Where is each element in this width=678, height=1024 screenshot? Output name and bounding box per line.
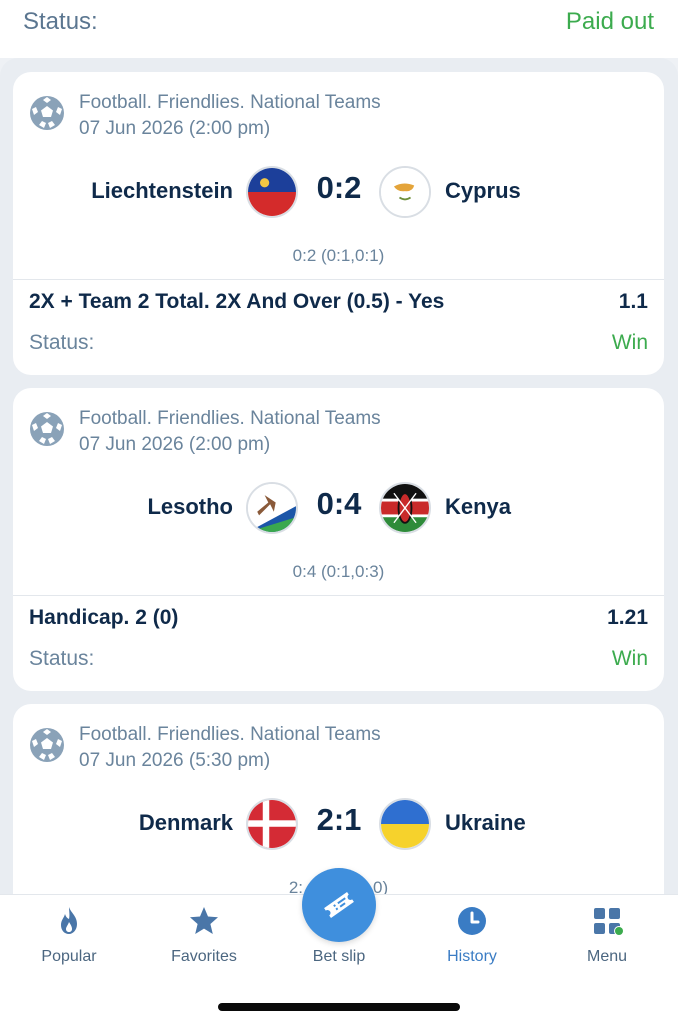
bet-odds: 1.1 xyxy=(618,290,648,313)
bet-card[interactable]: Football. Friendlies. National Teams 07 … xyxy=(13,388,664,691)
bet-status-value: Win xyxy=(611,331,648,354)
paid-status-bar: Status: Paid out xyxy=(0,0,678,58)
home-indicator[interactable] xyxy=(218,1003,460,1011)
status-value: Paid out xyxy=(565,8,654,35)
bets-list[interactable]: Football. Friendlies. National Teams 07 … xyxy=(0,58,678,894)
league-name: Football. Friendlies. National Teams xyxy=(79,408,381,429)
bet-odds: 1.21 xyxy=(607,606,648,629)
team1-name: Lesotho xyxy=(147,494,233,519)
match-date: 07 Jun 2026 (2:00 pm) xyxy=(79,118,271,139)
league-name: Football. Friendlies. National Teams xyxy=(79,92,381,113)
bet-status-label: Status: xyxy=(29,331,95,354)
kenya-flag-icon xyxy=(379,482,431,534)
league-name: Football. Friendlies. National Teams xyxy=(79,724,381,745)
status-label: Status: xyxy=(23,8,98,35)
match-row: Liechtenstein 0:2 Cyprus xyxy=(13,166,664,218)
grid-icon xyxy=(594,908,623,936)
football-icon xyxy=(30,96,64,130)
clock-icon xyxy=(458,907,486,935)
nav-favorites[interactable]: Favorites xyxy=(144,895,264,975)
team1-name: Denmark xyxy=(138,810,233,835)
divider xyxy=(13,595,664,596)
bet-slip-button[interactable] xyxy=(302,868,376,942)
bet-market: 2X + Team 2 Total. 2X And Over (0.5) - Y… xyxy=(29,290,445,313)
nav-betslip-label: Bet slip xyxy=(312,948,366,965)
nav-history-label: History xyxy=(447,948,497,965)
football-icon xyxy=(30,728,64,762)
match-row: Denmark 2:1 Ukraine xyxy=(13,798,664,850)
bet-market: Handicap. 2 (0) xyxy=(29,606,179,629)
lesotho-flag-icon xyxy=(246,482,298,534)
bet-card[interactable]: Football. Friendlies. National Teams 07 … xyxy=(13,704,664,894)
match-score: 0:2 xyxy=(316,170,362,205)
nav-popular-label: Popular xyxy=(41,948,97,965)
ukraine-flag-icon xyxy=(379,798,431,850)
team2-name: Ukraine xyxy=(445,810,526,835)
team2-name: Kenya xyxy=(445,494,512,519)
divider xyxy=(13,279,664,280)
period-scores: 0:4 (0:1,0:3) xyxy=(292,562,385,581)
period-scores: 0:2 (0:1,0:1) xyxy=(292,246,385,265)
card-header: Football. Friendlies. National Teams 07 … xyxy=(29,92,381,142)
period-scores-left: 2: xyxy=(288,878,304,894)
match-date: 07 Jun 2026 (5:30 pm) xyxy=(79,750,271,771)
match-score: 0:4 xyxy=(316,486,362,521)
nav-menu[interactable]: Menu xyxy=(547,895,667,975)
denmark-flag-icon xyxy=(246,798,298,850)
star-icon xyxy=(190,907,218,934)
card-header: Football. Friendlies. National Teams 07 … xyxy=(29,724,381,774)
bet-status-label: Status: xyxy=(29,647,95,670)
match-score: 2:1 xyxy=(316,802,362,837)
team1-name: Liechtenstein xyxy=(91,178,233,203)
cyprus-flag-icon xyxy=(379,166,431,218)
nav-favorites-label: Favorites xyxy=(171,948,237,965)
match-date: 07 Jun 2026 (2:00 pm) xyxy=(79,434,271,455)
football-icon xyxy=(30,412,64,446)
ticket-icon xyxy=(324,892,354,918)
liechtenstein-flag-icon xyxy=(246,166,298,218)
bet-card[interactable]: Football. Friendlies. National Teams 07 … xyxy=(13,72,664,375)
flame-icon xyxy=(61,907,77,934)
match-row: Lesotho 0:4 Kenya xyxy=(13,482,664,534)
nav-menu-label: Menu xyxy=(586,948,628,965)
team2-name: Cyprus xyxy=(445,178,521,203)
nav-popular[interactable]: Popular xyxy=(9,895,129,975)
card-header: Football. Friendlies. National Teams 07 … xyxy=(29,408,381,458)
nav-history[interactable]: History xyxy=(412,895,532,975)
bet-status-value: Win xyxy=(611,647,648,670)
period-scores-right: 0) xyxy=(373,878,389,894)
